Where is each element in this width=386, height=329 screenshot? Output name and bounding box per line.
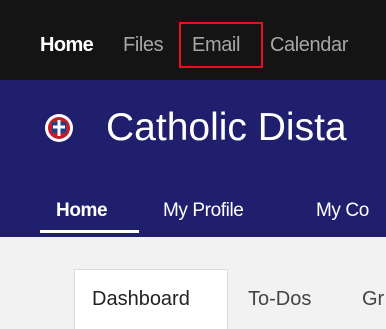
school-crest-icon xyxy=(45,114,73,142)
subnav-my-profile-link[interactable]: My Profile xyxy=(163,200,244,222)
email-highlight-box xyxy=(179,22,263,68)
top-nav-calendar-link[interactable]: Calendar xyxy=(270,34,348,57)
top-nav-files-link[interactable]: Files xyxy=(123,34,164,57)
active-subnav-indicator xyxy=(40,230,139,233)
subnav-home-link[interactable]: Home xyxy=(56,200,108,222)
subnav-my-courses-link[interactable]: My Co xyxy=(316,200,369,222)
site-title[interactable]: Catholic Dista xyxy=(106,106,347,150)
top-navigation-bar: Home Files Email Calendar xyxy=(0,0,386,80)
top-nav-home-link[interactable]: Home xyxy=(40,34,94,57)
tab-to-dos[interactable]: To-Dos xyxy=(248,288,311,311)
tab-grades[interactable]: Gr xyxy=(362,288,384,311)
tab-dashboard[interactable]: Dashboard xyxy=(92,288,190,311)
